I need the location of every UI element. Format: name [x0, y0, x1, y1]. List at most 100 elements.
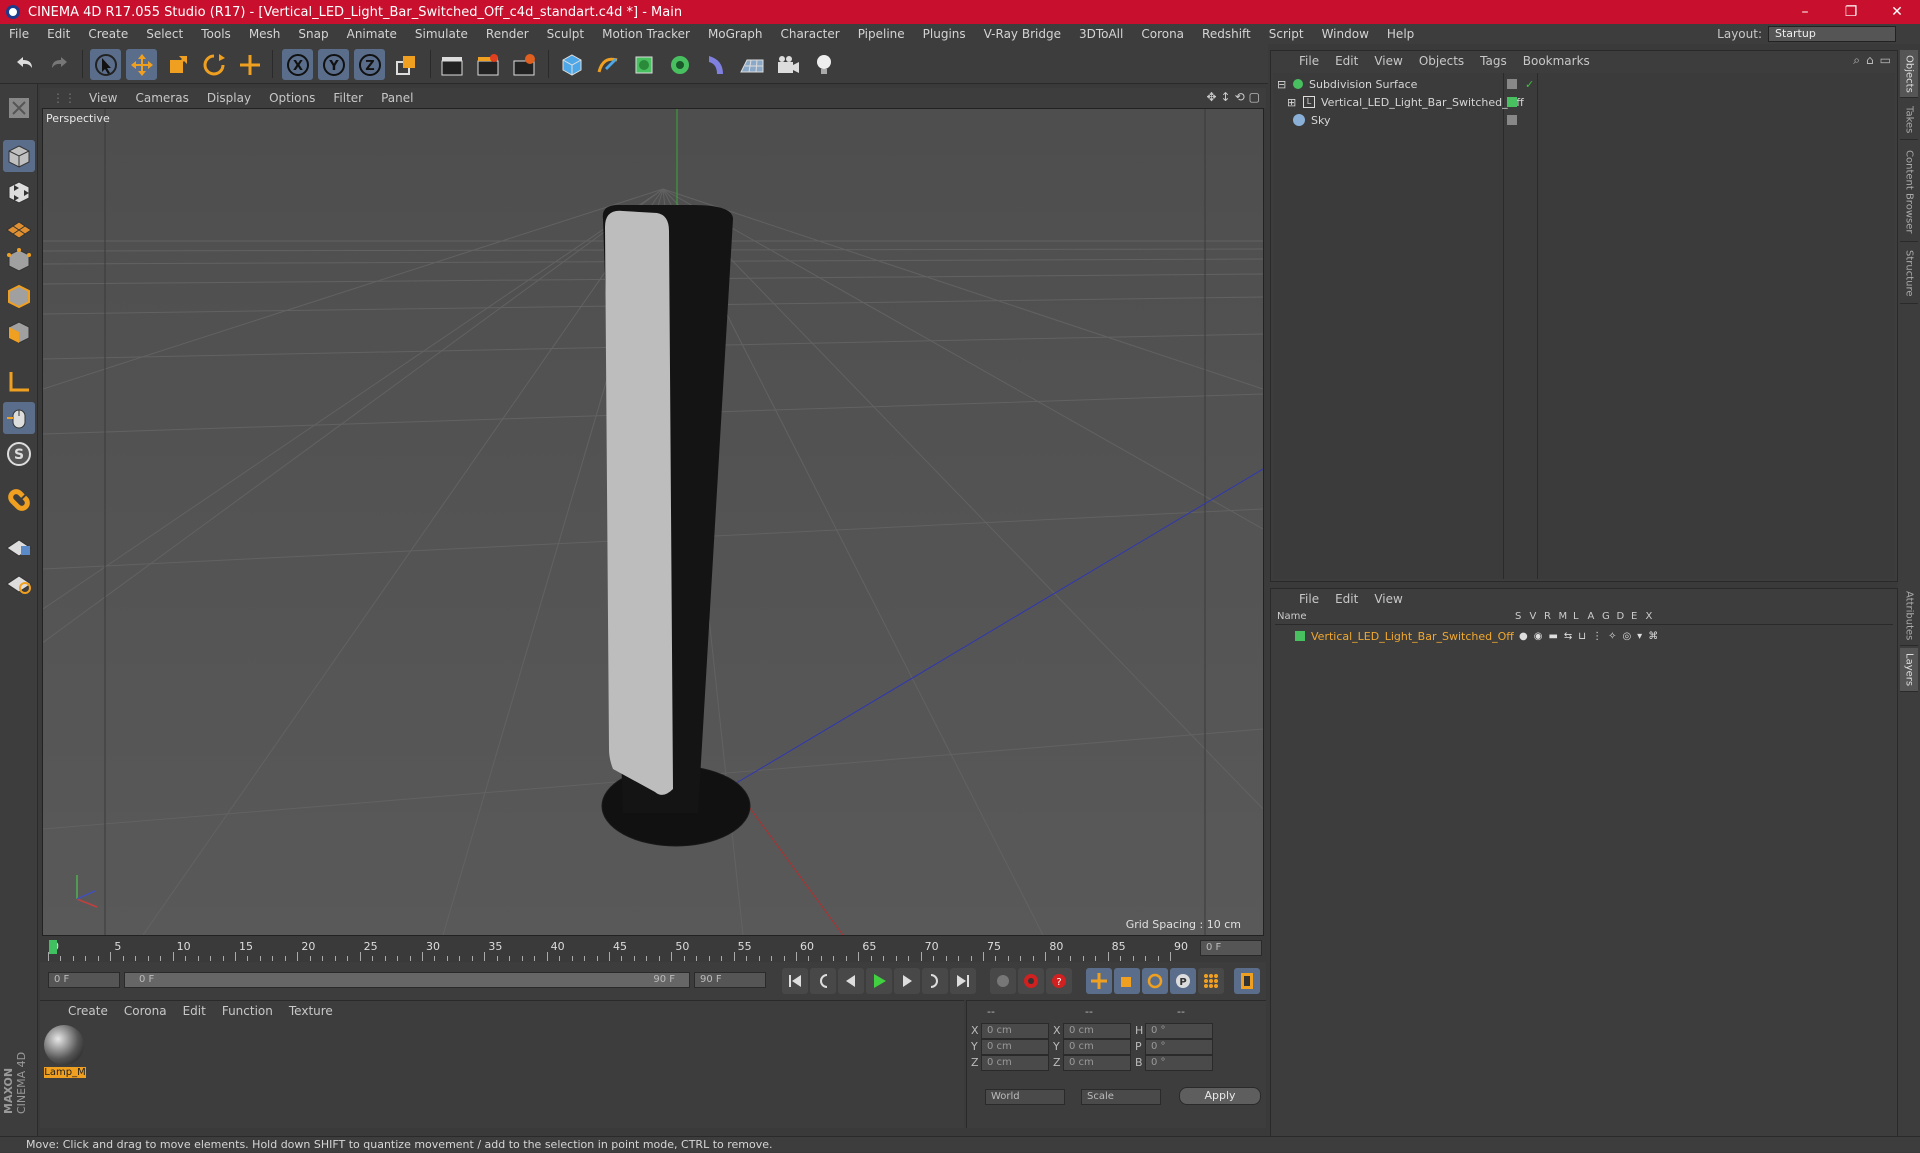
axis-mode-button[interactable] — [3, 366, 35, 398]
minimize-button[interactable]: – — [1782, 0, 1828, 24]
z-axis-lock-button[interactable]: Z — [354, 49, 385, 80]
next-keyframe-button[interactable] — [922, 968, 948, 994]
layer-menu-edit[interactable]: Edit — [1327, 592, 1366, 606]
previous-keyframe-button[interactable] — [810, 968, 836, 994]
coord-size-field[interactable]: 0 cm — [1063, 1039, 1131, 1055]
timeline-button[interactable] — [1234, 968, 1260, 994]
render-picture-viewer-button[interactable] — [472, 49, 503, 80]
coord-position-field[interactable]: 0 cm — [981, 1023, 1049, 1039]
apply-button[interactable]: Apply — [1179, 1087, 1261, 1105]
coord-rotation-field[interactable]: 0 ° — [1145, 1023, 1213, 1039]
playhead-marker[interactable] — [49, 940, 57, 954]
menu-snap[interactable]: Snap — [289, 27, 337, 41]
keyframe-selection-button[interactable]: ? — [1046, 968, 1072, 994]
points-mode-button[interactable] — [3, 244, 35, 276]
dolly-icon[interactable]: ↕ — [1221, 90, 1231, 104]
object-menu-edit[interactable]: Edit — [1327, 54, 1366, 68]
object-row-sky[interactable]: Sky — [1273, 111, 1893, 129]
object-menu-file[interactable]: File — [1291, 54, 1327, 68]
polygons-mode-button[interactable] — [3, 316, 35, 348]
menu-sculpt[interactable]: Sculpt — [538, 27, 593, 41]
material-menu-texture[interactable]: Texture — [281, 1004, 341, 1018]
layer-menu-view[interactable]: View — [1366, 592, 1410, 606]
menu-script[interactable]: Script — [1260, 27, 1313, 41]
layer-row[interactable]: Vertical_LED_Light_Bar_Switched_Off ●◉▬⇆… — [1275, 627, 1895, 645]
tab-takes[interactable]: Takes — [1900, 100, 1918, 140]
material-menu-create[interactable]: Create — [60, 1004, 116, 1018]
material-swatch[interactable]: Lamp_M — [44, 1025, 86, 1081]
enabled-check-icon[interactable]: ✓ — [1525, 78, 1534, 91]
snap-settings-button[interactable]: S — [3, 438, 35, 470]
redo-button[interactable] — [44, 49, 75, 80]
layer-color-icon[interactable] — [1295, 631, 1305, 641]
menu-character[interactable]: Character — [771, 27, 848, 41]
menu-select[interactable]: Select — [137, 27, 192, 41]
expand-icon[interactable]: ⊞ — [1287, 96, 1297, 109]
menu-pipeline[interactable]: Pipeline — [849, 27, 914, 41]
key-position-button[interactable] — [1086, 968, 1112, 994]
add-generator-button[interactable] — [628, 49, 659, 80]
end-frame-field[interactable]: 90 F — [694, 972, 766, 988]
coord-size-field[interactable]: 0 cm — [1063, 1023, 1131, 1039]
scale-tool-button[interactable] — [162, 49, 193, 80]
key-scale-button[interactable] — [1114, 968, 1140, 994]
undo-button[interactable] — [8, 49, 39, 80]
add-light-button[interactable] — [808, 49, 839, 80]
next-frame-button[interactable] — [894, 968, 920, 994]
live-select-button[interactable] — [234, 49, 265, 80]
viewport-menu-filter[interactable]: Filter — [324, 91, 372, 105]
material-menu-function[interactable]: Function — [214, 1004, 281, 1018]
menu-corona[interactable]: Corona — [1132, 27, 1193, 41]
go-to-start-button[interactable] — [782, 968, 808, 994]
tab-structure[interactable]: Structure — [1900, 244, 1918, 304]
tab-content-browser[interactable]: Content Browser — [1900, 142, 1918, 242]
home-icon[interactable]: ⌂ — [1866, 53, 1874, 68]
menu-help[interactable]: Help — [1378, 27, 1423, 41]
object-row-subdivision[interactable]: ⊟ Subdivision Surface ✓ — [1273, 75, 1893, 93]
maximize-view-icon[interactable]: ▢ — [1249, 90, 1260, 104]
edges-mode-button[interactable] — [3, 280, 35, 312]
texture-mode-button[interactable] — [3, 176, 35, 208]
perspective-viewport[interactable]: Perspective Grid Spacing : 10 cm — [42, 108, 1264, 936]
object-menu-view[interactable]: View — [1366, 54, 1410, 68]
planar-workplane-button[interactable] — [3, 566, 35, 598]
close-button[interactable]: ✕ — [1874, 0, 1920, 24]
maximize-button[interactable]: ❐ — [1828, 0, 1874, 24]
y-axis-lock-button[interactable]: Y — [318, 49, 349, 80]
world-dropdown[interactable]: World — [985, 1089, 1065, 1105]
tab-attributes[interactable]: Attributes — [1900, 586, 1918, 646]
coord-size-field[interactable]: 0 cm — [1063, 1055, 1131, 1071]
menu-redshift[interactable]: Redshift — [1193, 27, 1260, 41]
viewport-menu-options[interactable]: Options — [260, 91, 324, 105]
play-button[interactable] — [866, 968, 892, 994]
timeline-ruler[interactable]: 051015202530354045505560657075808590 0 F — [40, 936, 1266, 962]
start-frame-field[interactable]: 0 F — [48, 972, 120, 988]
tab-layers[interactable]: Layers — [1900, 648, 1918, 692]
render-settings-button[interactable] — [508, 49, 539, 80]
layer-menu-file[interactable]: File — [1291, 592, 1327, 606]
previous-frame-button[interactable] — [838, 968, 864, 994]
editor-visibility-icon[interactable] — [1507, 115, 1517, 125]
material-menu-edit[interactable]: Edit — [175, 1004, 214, 1018]
viewport-menu-cameras[interactable]: Cameras — [126, 91, 197, 105]
viewport-menu-panel[interactable]: Panel — [372, 91, 422, 105]
new-view-icon[interactable]: ▭ — [1880, 53, 1891, 68]
scale-dropdown[interactable]: Scale — [1081, 1089, 1161, 1105]
select-tool-button[interactable] — [90, 49, 121, 80]
menu-mograph[interactable]: MoGraph — [699, 27, 772, 41]
coord-rotation-field[interactable]: 0 ° — [1145, 1039, 1213, 1055]
key-rotation-button[interactable] — [1142, 968, 1168, 994]
material-menu-corona[interactable]: Corona — [116, 1004, 175, 1018]
menu-create[interactable]: Create — [79, 27, 137, 41]
object-menu-objects[interactable]: Objects — [1411, 54, 1472, 68]
x-axis-lock-button[interactable]: X — [282, 49, 313, 80]
search-icon[interactable]: ⌕ — [1853, 53, 1860, 68]
coord-position-field[interactable]: 0 cm — [981, 1055, 1049, 1071]
add-mograph-button[interactable] — [664, 49, 695, 80]
frame-range-slider[interactable]: 0 F 90 F — [124, 972, 690, 988]
menu-v-ray-bridge[interactable]: V-Ray Bridge — [975, 27, 1070, 41]
key-parameter-button[interactable]: P — [1170, 968, 1196, 994]
coord-position-field[interactable]: 0 cm — [981, 1039, 1049, 1055]
layout-dropdown[interactable]: Startup — [1768, 26, 1896, 42]
current-frame-field[interactable]: 0 F — [1200, 940, 1262, 956]
